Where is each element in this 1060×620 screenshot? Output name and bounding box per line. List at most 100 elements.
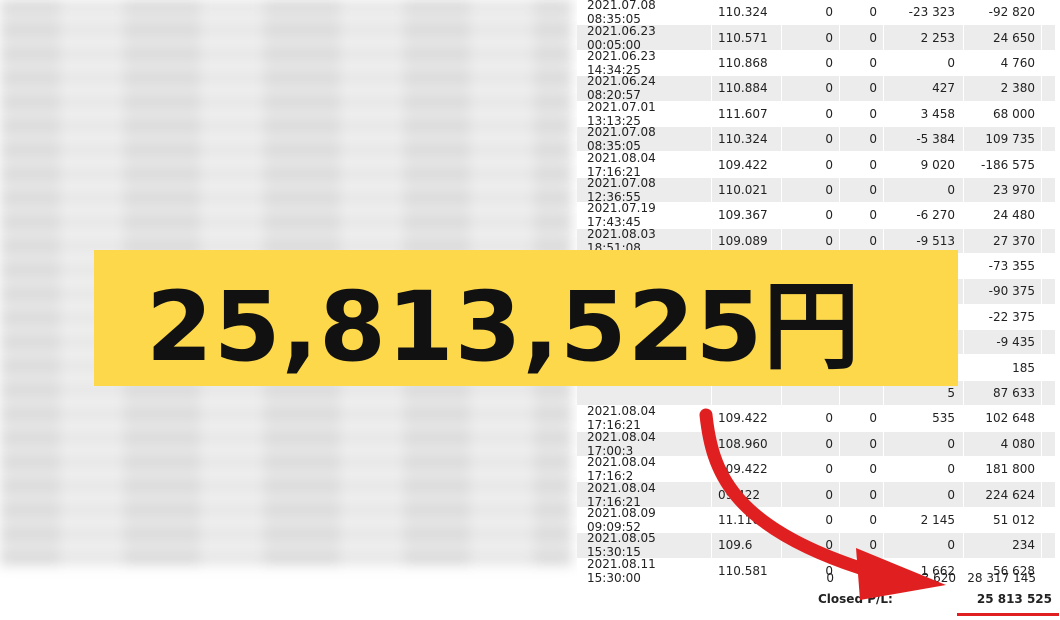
value-d-cell: 234: [964, 533, 1042, 558]
value-d-cell: 224 624: [964, 482, 1042, 507]
value-d-cell: 4 080: [964, 431, 1042, 457]
price-cell: 110.324: [712, 0, 782, 25]
value-c-cell: 0: [884, 482, 964, 507]
value-d-cell: 27 370: [964, 228, 1042, 253]
value-b-cell: 0: [840, 50, 884, 76]
time-cell: 2021.07.08 08:35:05: [577, 0, 712, 26]
price-cell: 110.021: [712, 177, 782, 203]
time-cell: 2021.06.24 08:20:57: [577, 74, 712, 102]
time-cell: 2021.08.04 17:16:21: [577, 404, 712, 432]
value-b-cell: 0: [840, 101, 884, 126]
value-a-cell: 0: [782, 152, 840, 177]
price-cell: 11.110: [712, 507, 782, 533]
time-cell: 2021.07.01 13:13:25: [577, 100, 712, 128]
total-c: 3 620: [921, 571, 956, 585]
value-a-cell: 0: [782, 101, 840, 126]
price-cell: 109.367: [712, 203, 782, 228]
profit-banner-text: 25,813,525円: [146, 270, 861, 383]
value-b-cell: 0: [840, 457, 884, 482]
value-c-cell: 2 253: [884, 25, 964, 50]
table-row: 2021.07.08 08:35:05 110.324 0 0 -23 323 -92 8…: [577, 0, 1055, 26]
table-row: 2021.08.05 15:30:15 109.6 0 0 0 234: [577, 531, 1055, 559]
total-a: 0: [826, 571, 834, 585]
price-cell: 110.324: [712, 126, 782, 152]
price-cell: 110.884: [712, 76, 782, 101]
value-b-cell: 0: [840, 152, 884, 177]
time-cell: 2021.08.04 17:16:21: [577, 481, 712, 509]
value-d-cell: -73 355: [964, 253, 1042, 279]
time-cell: 2021.07.19 17:43:45: [577, 201, 712, 229]
closed-pl-label: Closed P/L:: [818, 592, 893, 606]
value-a-cell: 0: [782, 126, 840, 152]
value-underline: [957, 613, 1059, 616]
time-cell: 2021.07.08 08:35:05: [577, 125, 712, 153]
table-row: 2021.08.04 17:16:2 109.422 0 0 0 181 800: [577, 455, 1055, 483]
value-b-cell: 0: [840, 126, 884, 152]
value-c-cell: 0: [884, 431, 964, 457]
time-cell: 2021.08.04 17:16:2: [577, 455, 712, 483]
value-a-cell: 0: [782, 50, 840, 76]
price-cell: 109.422: [712, 152, 782, 177]
time-cell: 2021.08.04 17:00:3: [577, 430, 712, 458]
value-b-cell: 0: [840, 25, 884, 50]
price-cell: 109.6: [712, 533, 782, 558]
price-cell: 110.868: [712, 50, 782, 76]
value-c-cell: 0: [884, 457, 964, 482]
total-b: 0: [870, 571, 878, 585]
value-d-cell: 68 000: [964, 101, 1042, 126]
price-cell: 110.571: [712, 25, 782, 50]
table-row: 2021.06.23 00:05:00 110.571 0 0 2 253 24 650: [577, 24, 1055, 52]
table-row: 2021.07.01 13:13:25 111.607 0 0 3 458 68 000: [577, 100, 1055, 128]
value-c-cell: 535: [884, 406, 964, 431]
value-c-cell: 0: [884, 50, 964, 76]
value-a-cell: 0: [782, 203, 840, 228]
value-a-cell: 0: [782, 457, 840, 482]
value-c-cell: 427: [884, 76, 964, 101]
time-cell: 2021.08.04 17:16:21: [577, 151, 712, 179]
value-d-cell: -92 820: [964, 0, 1042, 25]
value-d-cell: 109 735: [964, 126, 1042, 152]
price-cell: 109.422: [712, 406, 782, 431]
profit-banner: 25,813,525円: [94, 250, 958, 386]
value-a-cell: 0: [782, 177, 840, 203]
value-b-cell: 0: [840, 482, 884, 507]
table-row: 2021.06.24 08:20:57 110.884 0 0 427 2 380: [577, 74, 1055, 102]
time-cell: 2021.06.23 14:34:25: [577, 49, 712, 77]
time-cell: 2021.08.09 09:09:52: [577, 506, 712, 534]
price-cell: 111.607: [712, 101, 782, 126]
value-d-cell: -9 435: [964, 330, 1042, 355]
value-a-cell: 0: [782, 0, 840, 25]
value-d-cell: 87 633: [964, 380, 1042, 406]
time-cell: 2021.06.23 00:05:00: [577, 24, 712, 52]
value-d-cell: -90 375: [964, 279, 1042, 304]
value-d-cell: 23 970: [964, 177, 1042, 203]
value-b-cell: 0: [840, 507, 884, 533]
time-cell: 2021.08.05 15:30:15: [577, 531, 712, 559]
total-d: 28 317 145: [967, 571, 1036, 585]
value-c-cell: 0: [884, 177, 964, 203]
table-row: 2021.08.04 17:16:21 09.422 0 0 0 224 624: [577, 481, 1055, 509]
table-row: 2021.08.04 17:00:3 108.960 0 0 0 4 080: [577, 430, 1055, 458]
totals-row: 0 0 3 620 28 317 145: [577, 566, 1055, 590]
table-row: 2021.07.19 17:43:45 109.367 0 0 -6 270 24 480: [577, 201, 1055, 229]
value-a-cell: 0: [782, 533, 840, 558]
value-d-cell: 181 800: [964, 457, 1042, 482]
value-a-cell: 0: [782, 76, 840, 101]
value-d-cell: -22 375: [964, 304, 1042, 330]
value-b-cell: 0: [840, 431, 884, 457]
value-d-cell: 2 380: [964, 76, 1042, 101]
price-cell: 108.960: [712, 431, 782, 457]
table-row: 2021.08.04 17:16:21 109.422 0 0 535 102 648: [577, 404, 1055, 432]
value-b-cell: 0: [840, 177, 884, 203]
value-c-cell: 3 458: [884, 101, 964, 126]
value-b-cell: 0: [840, 76, 884, 101]
value-b-cell: 0: [840, 533, 884, 558]
value-d-cell: 102 648: [964, 406, 1042, 431]
value-c-cell: -6 270: [884, 203, 964, 228]
value-c-cell: 2 145: [884, 507, 964, 533]
value-a-cell: 0: [782, 25, 840, 50]
price-cell: 09.422: [712, 482, 782, 507]
table-row: 2021.08.04 17:16:21 109.422 0 0 9 020 -186 57…: [577, 151, 1055, 179]
value-b-cell: 0: [840, 0, 884, 25]
value-a-cell: 0: [782, 406, 840, 431]
